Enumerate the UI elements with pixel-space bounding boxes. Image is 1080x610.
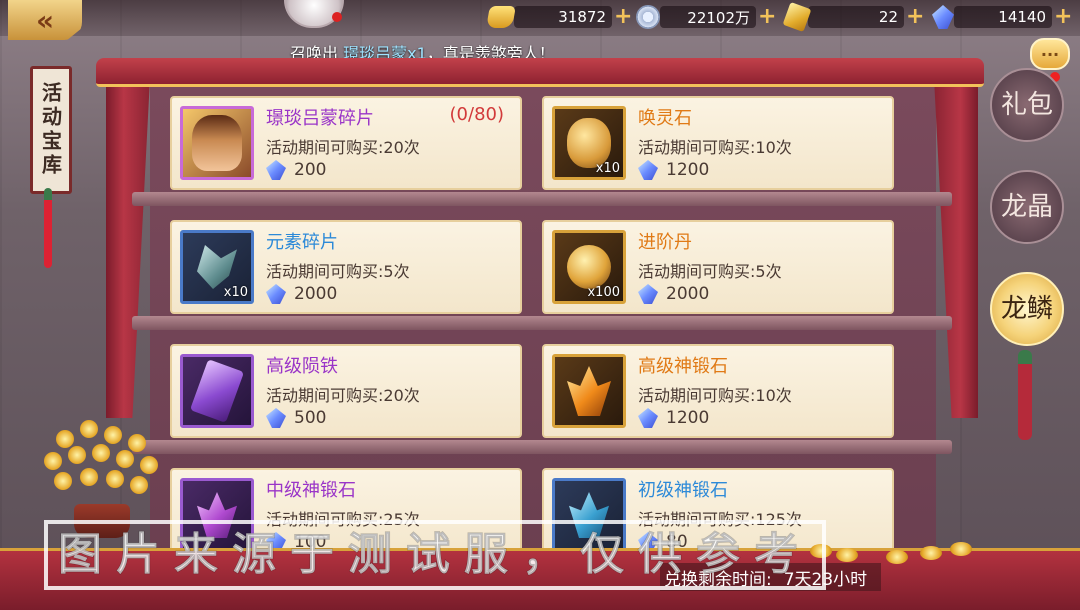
item-purchase-limit: 活动期间可购买:20次 [266, 138, 420, 157]
item-price-value: 2000 [294, 284, 338, 304]
item-price-value: 1200 [666, 408, 710, 428]
item-name: 进阶丹 [638, 232, 692, 253]
chat-bubble-icon: ··· [1040, 44, 1060, 64]
item-quantity: x100 [587, 285, 620, 300]
crystal-icon [266, 408, 286, 428]
item-name: 唤灵石 [638, 108, 692, 129]
ingot-amount: 22 [808, 6, 904, 28]
item-price-value: 2000 [666, 284, 710, 304]
item-thumbnail: x10 [552, 106, 626, 180]
forge-stone-icon [567, 366, 611, 416]
item-name: 元素碎片 [266, 232, 338, 253]
advancement-pill-icon [567, 245, 611, 289]
tab-label: 礼包 [1000, 90, 1053, 120]
resource-crystal: 14140 + [932, 5, 1072, 29]
item-progress: (0/80) [449, 104, 504, 125]
add-gold-button[interactable]: + [614, 6, 632, 28]
coin-decoration [886, 550, 908, 564]
back-arrow-icon: « [35, 3, 55, 37]
shop-item-card[interactable]: 高级神锻石 活动期间可购买:10次 1200 [542, 344, 894, 438]
cabinet-top-frame [96, 58, 984, 87]
coin-decoration [950, 542, 972, 556]
watermark-text: 图片来源于测试服，仅供参考 [44, 520, 826, 590]
meteor-iron-icon [189, 359, 245, 423]
item-price-value: 1200 [666, 160, 710, 180]
shop-item-card[interactable]: x10 元素碎片 活动期间可购买:5次 2000 [170, 220, 522, 314]
crystal-icon [266, 160, 286, 180]
coin-decoration [920, 546, 942, 560]
tab-dragon-crystal[interactable]: 龙晶 [990, 170, 1064, 244]
item-thumbnail: x100 [552, 230, 626, 304]
notification-dot [332, 12, 342, 22]
tab-label: 龙鳞 [1000, 294, 1053, 324]
gold-amount: 31872 [514, 6, 612, 28]
item-thumbnail: x10 [180, 230, 254, 304]
ingot-icon [782, 1, 812, 33]
crystal-icon [932, 5, 954, 29]
chat-button[interactable]: ··· [1030, 38, 1070, 70]
item-name: 中级神锻石 [266, 480, 356, 501]
resource-silver: 22102万 + [636, 5, 776, 29]
add-ingot-button[interactable]: + [906, 6, 924, 28]
shelf-divider [132, 316, 952, 330]
item-purchase-limit: 活动期间可购买:10次 [638, 138, 792, 157]
item-name: 璟琰吕蒙碎片 [266, 108, 374, 129]
item-price: 200 [266, 160, 326, 180]
crystal-icon [638, 284, 658, 304]
item-thumbnail [552, 354, 626, 428]
item-name: 高级陨铁 [266, 356, 338, 377]
activity-treasury-banner: 活动宝库 [30, 66, 72, 194]
item-purchase-limit: 活动期间可购买:5次 [638, 262, 782, 281]
item-price-value: 200 [294, 160, 327, 180]
coin-decoration [836, 548, 858, 562]
back-button[interactable]: « [8, 0, 82, 40]
item-thumbnail [180, 106, 254, 180]
element-shard-icon [197, 245, 237, 289]
shelf-divider [132, 192, 952, 206]
shop-item-card[interactable]: x10 唤灵石 活动期间可购买:10次 1200 [542, 96, 894, 190]
item-price: 2000 [266, 284, 337, 304]
hero-portrait-icon [192, 115, 242, 171]
item-thumbnail [180, 354, 254, 428]
add-silver-button[interactable]: + [758, 6, 776, 28]
item-purchase-limit: 活动期间可购买:10次 [638, 386, 792, 405]
silver-amount: 22102万 [660, 6, 756, 28]
item-price: 500 [266, 408, 326, 428]
money-tree-decoration [36, 420, 166, 538]
tab-label: 龙晶 [1000, 192, 1053, 222]
side-banner-label: 活动宝库 [38, 82, 63, 178]
item-price: 1200 [638, 408, 709, 428]
item-name: 高级神锻石 [638, 356, 728, 377]
crystal-amount: 14140 [954, 6, 1052, 28]
item-purchase-limit: 活动期间可购买:20次 [266, 386, 420, 405]
item-purchase-limit: 活动期间可购买:5次 [266, 262, 410, 281]
tab-dragon-scale[interactable]: 龙鳞 [990, 272, 1064, 346]
resource-gold: 31872 + [486, 5, 632, 29]
shop-item-card[interactable]: x100 进阶丹 活动期间可购买:5次 2000 [542, 220, 894, 314]
item-name: 初级神锻石 [638, 480, 728, 501]
shelf-divider [132, 440, 952, 454]
item-price-value: 500 [294, 408, 327, 428]
tassel-decoration [44, 188, 52, 268]
shop-item-card[interactable]: 高级陨铁 活动期间可购买:20次 500 [170, 344, 522, 438]
item-price: 1200 [638, 160, 709, 180]
silver-coin-icon [636, 5, 660, 29]
tab-gift-pack[interactable]: 礼包 [990, 68, 1064, 142]
add-crystal-button[interactable]: + [1054, 6, 1072, 28]
crystal-icon [638, 408, 658, 428]
item-quantity: x10 [595, 161, 620, 176]
item-price: 2000 [638, 284, 709, 304]
item-quantity: x10 [223, 285, 248, 300]
gold-icon [486, 6, 516, 28]
crystal-icon [266, 284, 286, 304]
tassel-decoration [1018, 350, 1032, 440]
crystal-icon [638, 160, 658, 180]
shop-item-card[interactable]: 璟琰吕蒙碎片 (0/80) 活动期间可购买:20次 200 [170, 96, 522, 190]
resource-ingot: 22 + [782, 1, 924, 33]
